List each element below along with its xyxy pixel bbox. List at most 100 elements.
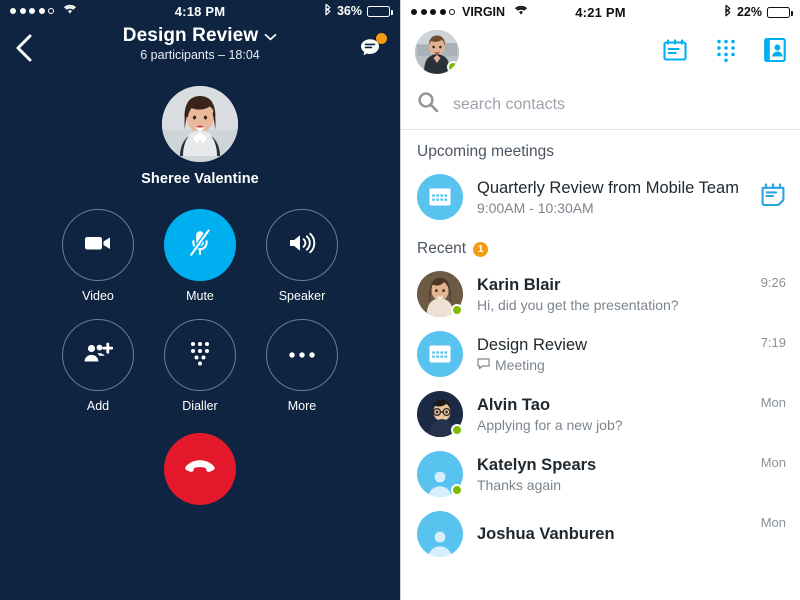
list-item-time: Mon	[760, 515, 786, 530]
list-item-body: Design Review Meeting	[477, 336, 747, 373]
list-item[interactable]: Katelyn Spears Thanks again Mon	[401, 444, 800, 504]
search-bar[interactable]	[401, 80, 800, 130]
meetings-calendar-icon[interactable]	[662, 37, 688, 68]
list-item-name: Design Review	[477, 335, 588, 354]
battery-icon	[367, 5, 393, 17]
list-item-body: Joshua Vanburen	[477, 525, 747, 544]
calendar-avatar-icon	[417, 174, 463, 220]
presence-indicator-online	[451, 484, 463, 496]
my-avatar[interactable]	[415, 30, 459, 74]
list-item-time: 9:26	[760, 275, 786, 290]
active-caller: Sheree Valentine	[0, 86, 400, 187]
call-controls-row-1: Video Mute Speaker	[61, 209, 339, 303]
dialler-button-label: Dialler	[182, 399, 218, 413]
list-item-body: Alvin Tao Applying for a new job?	[477, 396, 747, 433]
chevron-down-icon[interactable]	[264, 25, 277, 47]
default-person-avatar	[417, 451, 463, 497]
list-item-preview-text: Thanks again	[477, 476, 562, 493]
page-title: Design Review	[122, 25, 259, 46]
battery-percent: 22%	[736, 5, 762, 19]
speaker-button-circle[interactable]	[266, 209, 338, 281]
list-item-preview-text: Hi, did you get the presentation?	[477, 296, 679, 313]
contacts-screen: VIRGIN 4:21 PM 22% search contacts Upcom…	[400, 0, 800, 600]
list-item[interactable]: Karin Blair Hi, did you get the presenta…	[401, 264, 800, 324]
calendar-avatar-icon	[417, 331, 463, 377]
bluetooth-icon	[724, 4, 732, 20]
list-item-name: Katelyn Spears	[477, 455, 597, 474]
list-item-preview: Hi, did you get the presentation?	[477, 297, 747, 313]
more-button-label: More	[287, 399, 317, 413]
mute-button-circle[interactable]	[164, 209, 236, 281]
dialpad-icon	[189, 340, 211, 371]
end-call-button[interactable]	[164, 433, 236, 505]
contacts-status-bar: VIRGIN 4:21 PM 22%	[401, 0, 800, 24]
upcoming-meeting-body: Quarterly Review from Mobile Team 9:00AM…	[477, 179, 746, 216]
status-right-group: 22%	[724, 4, 793, 20]
upcoming-meetings-label: Upcoming meetings	[417, 143, 554, 160]
call-status-bar: 4:18 PM 36%	[0, 0, 400, 22]
video-camera-icon	[83, 233, 113, 258]
chat-bubble-small-icon	[477, 357, 490, 373]
chat-bubble-icon[interactable]	[356, 33, 387, 62]
search-input[interactable]	[453, 95, 784, 114]
video-button-circle[interactable]	[62, 209, 134, 281]
list-item[interactable]: Joshua Vanburen Mon	[401, 504, 800, 564]
mute-button-label: Mute	[186, 289, 214, 303]
speaker-button-label: Speaker	[278, 289, 326, 303]
chat-notification-badge	[376, 33, 387, 44]
add-person-icon	[83, 342, 114, 369]
back-chevron-icon[interactable]	[14, 33, 40, 63]
add-button-circle[interactable]	[62, 319, 134, 391]
contacts-header	[401, 24, 800, 80]
join-meeting-calendar-icon[interactable]	[760, 182, 786, 213]
presence-indicator-online	[451, 424, 463, 436]
upcoming-meeting-time: 9:00AM - 10:30AM	[477, 199, 594, 216]
upcoming-meetings-title: Upcoming meetings	[401, 130, 800, 167]
call-screen: 4:18 PM 36% Design Review 6 participants…	[0, 0, 400, 600]
list-item-name: Alvin Tao	[477, 395, 551, 414]
list-item[interactable]: Alvin Tao Applying for a new job? Mon	[401, 384, 800, 444]
add-button-label: Add	[86, 399, 110, 413]
list-item[interactable]: Design Review Meeting 7:19	[401, 324, 800, 384]
call-header: Design Review 6 participants – 18:04	[0, 22, 400, 74]
recent-label: Recent	[417, 240, 467, 257]
add-button[interactable]: Add	[61, 319, 135, 413]
more-button-circle[interactable]	[266, 319, 338, 391]
list-item-preview: Applying for a new job?	[477, 417, 747, 433]
video-button[interactable]: Video	[61, 209, 135, 303]
contacts-card-icon[interactable]	[764, 37, 786, 68]
dialpad-icon[interactable]	[715, 38, 737, 67]
caller-name: Sheree Valentine	[141, 171, 259, 187]
presence-indicator-online	[451, 304, 463, 316]
call-title-block: Design Review 6 participants – 18:04	[0, 25, 400, 62]
status-right-group: 36%	[324, 3, 393, 19]
list-item-body: Katelyn Spears Thanks again	[477, 456, 747, 493]
call-subtitle: 6 participants – 18:04	[140, 48, 260, 62]
presence-indicator-online	[447, 61, 459, 73]
list-item-time: 7:19	[760, 335, 786, 350]
list-item-preview: Meeting	[477, 357, 747, 373]
bluetooth-icon	[324, 3, 332, 19]
call-controls: Video Mute Speaker Add Dialler More	[0, 209, 400, 413]
upcoming-meeting-row[interactable]: Quarterly Review from Mobile Team 9:00AM…	[401, 167, 800, 227]
speaker-icon	[287, 232, 317, 259]
dialler-button-circle[interactable]	[164, 319, 236, 391]
karin-avatar	[417, 271, 463, 317]
upcoming-meeting-title: Quarterly Review from Mobile Team	[477, 178, 739, 197]
call-controls-row-2: Add Dialler More	[61, 319, 339, 413]
list-item-preview-text: Meeting	[495, 356, 545, 373]
list-item-preview-text: Applying for a new job?	[477, 416, 623, 433]
search-icon	[417, 91, 439, 118]
end-call-area	[0, 433, 400, 505]
speaker-button[interactable]: Speaker	[265, 209, 339, 303]
dual-screen-composite: 4:18 PM 36% Design Review 6 participants…	[0, 0, 800, 600]
battery-percent: 36%	[336, 4, 362, 18]
dialler-button[interactable]: Dialler	[163, 319, 237, 413]
recent-badge: 1	[473, 241, 489, 257]
caller-avatar	[162, 86, 238, 162]
more-button[interactable]: More	[265, 319, 339, 413]
call-title-row[interactable]: Design Review	[123, 25, 277, 47]
list-item-time: Mon	[760, 455, 786, 470]
mute-button[interactable]: Mute	[163, 209, 237, 303]
battery-icon	[767, 6, 793, 18]
